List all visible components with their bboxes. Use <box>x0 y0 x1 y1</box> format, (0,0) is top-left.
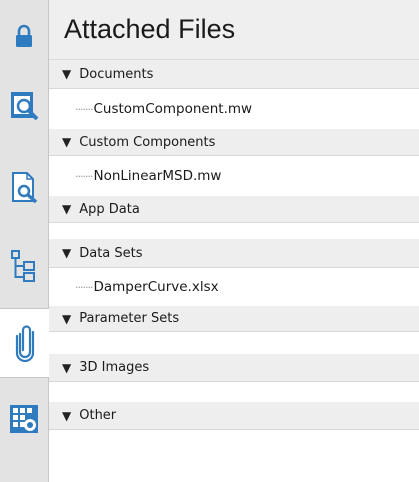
collapse-triangle-icon[interactable]: ▼ <box>62 409 71 423</box>
file-name: DamperCurve.xlsx <box>93 279 219 295</box>
attachments-button[interactable] <box>0 308 49 378</box>
section-label: Documents <box>79 66 154 82</box>
section-label: Other <box>79 408 117 423</box>
document-search-button[interactable] <box>0 166 48 210</box>
tree-button[interactable] <box>0 244 48 288</box>
tree-connector: ······· <box>75 102 94 116</box>
section-label: 3D Images <box>79 360 150 375</box>
collapse-triangle-icon[interactable]: ▼ <box>62 246 71 260</box>
file-name: CustomComponent.mw <box>93 101 253 117</box>
tree-connector: ······· <box>75 169 94 183</box>
file-name: NonLinearMSD.mw <box>93 168 222 184</box>
tree-connector: ······· <box>75 280 94 294</box>
file-item[interactable]: ······· CustomComponent.mw <box>49 89 419 129</box>
section-label: Data Sets <box>79 245 143 261</box>
inspector-icon <box>11 92 39 121</box>
components-button[interactable] <box>0 394 48 444</box>
panel-title: Attached Files <box>64 14 236 44</box>
collapse-triangle-icon[interactable]: ▼ <box>62 312 71 326</box>
section-custom-components[interactable]: ▼ Custom Components <box>49 129 419 156</box>
section-other[interactable]: ▼ Other <box>49 402 419 430</box>
collapse-triangle-icon[interactable]: ▼ <box>62 67 71 81</box>
attached-files-panel: Attached Files ▼ Documents ······· Custo… <box>49 0 419 482</box>
document-search-icon <box>12 172 38 204</box>
paperclip-icon <box>15 325 34 362</box>
panel-header: Attached Files <box>49 0 419 60</box>
empty-section-body <box>49 223 419 239</box>
collapse-triangle-icon[interactable]: ▼ <box>62 202 71 216</box>
section-3d-images[interactable]: ▼ 3D Images <box>49 354 419 382</box>
lock-button[interactable] <box>0 18 48 54</box>
empty-section-body <box>49 332 419 354</box>
section-parameter-sets[interactable]: ▼ Parameter Sets <box>49 306 419 332</box>
section-label: Custom Components <box>79 134 216 150</box>
section-label: App Data <box>79 201 140 217</box>
inspector-button[interactable] <box>0 84 48 128</box>
file-item[interactable]: ······· NonLinearMSD.mw <box>49 156 419 196</box>
collapse-triangle-icon[interactable]: ▼ <box>62 361 71 375</box>
component-grid-icon <box>10 405 38 433</box>
section-data-sets[interactable]: ▼ Data Sets <box>49 239 419 268</box>
empty-section-body <box>49 382 419 402</box>
lock-icon <box>16 24 32 47</box>
tree-icon <box>11 250 35 282</box>
section-app-data[interactable]: ▼ App Data <box>49 196 419 223</box>
section-label: Parameter Sets <box>79 311 180 326</box>
section-documents[interactable]: ▼ Documents <box>49 60 419 89</box>
collapse-triangle-icon[interactable]: ▼ <box>62 135 71 149</box>
side-toolbar <box>0 0 49 482</box>
file-item[interactable]: ······· DamperCurve.xlsx <box>49 268 419 306</box>
